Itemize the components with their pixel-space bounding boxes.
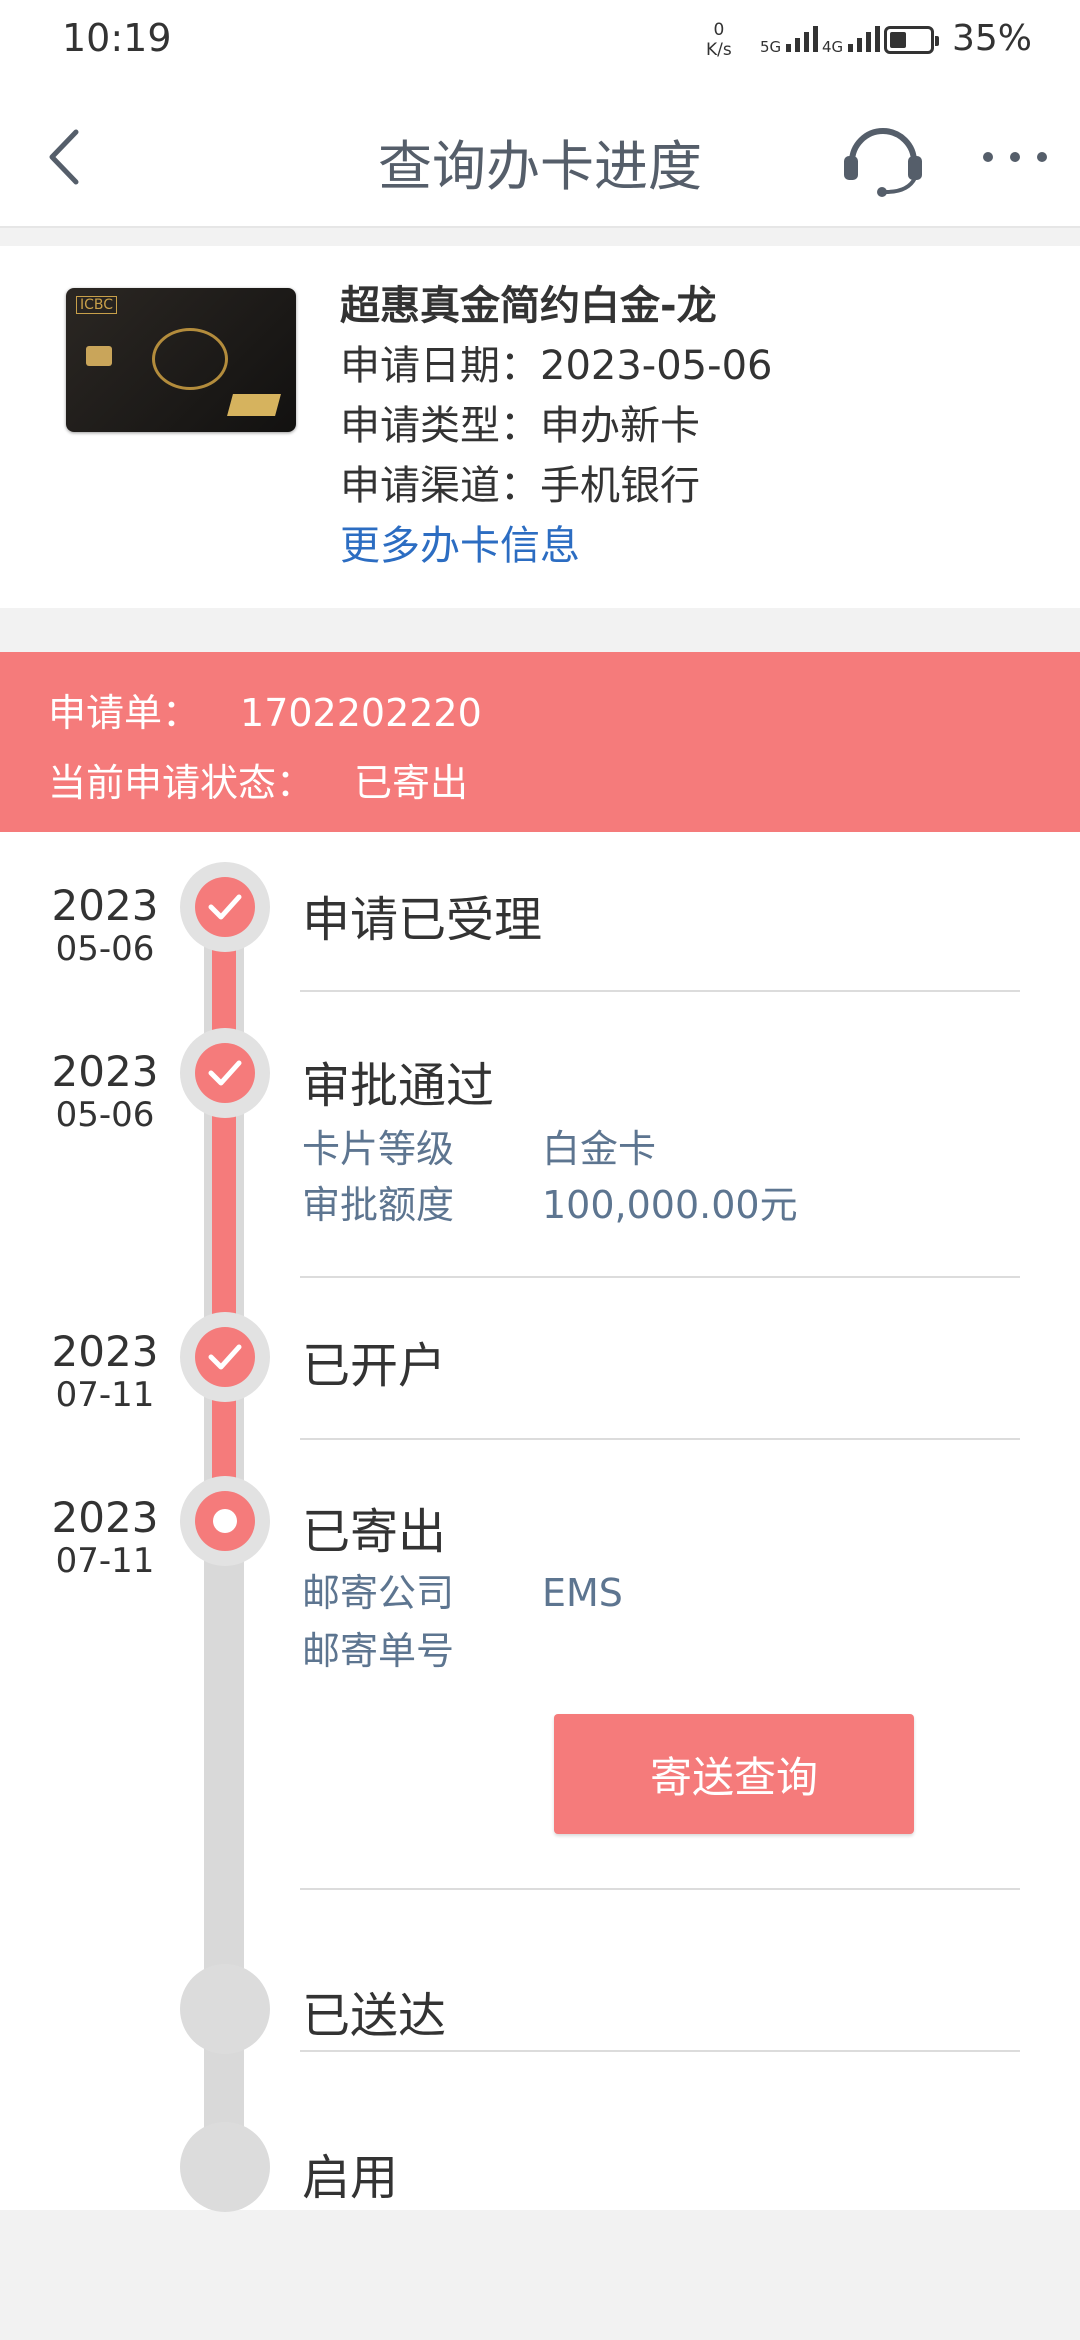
approved-limit-row: 审批额度 100,000.00元: [302, 1183, 798, 1227]
card-brand-logo: ICBC: [76, 296, 118, 314]
step-title: 已送达: [302, 1988, 447, 2044]
courier-company-row: 邮寄公司 EMS: [302, 1571, 623, 1615]
step-title: 已开户: [302, 1338, 447, 1394]
tracking-number-row: 邮寄单号: [302, 1629, 455, 1673]
headset-icon[interactable]: [838, 118, 928, 198]
battery-percent: 35%: [952, 18, 1033, 59]
step-title: 申请已受理: [302, 892, 543, 948]
step-date: 2023 07-11: [51, 1493, 159, 1581]
step-current-icon: [180, 1476, 270, 1566]
more-card-info-link[interactable]: 更多办卡信息: [340, 516, 772, 576]
divider: [300, 1276, 1020, 1278]
card-image: ICBC: [66, 288, 296, 432]
step-done-icon: [180, 1312, 270, 1402]
step-title: 启用: [302, 2150, 399, 2206]
application-number-row: 申请单： 1702202220: [48, 691, 482, 735]
step-title: 已寄出: [302, 1504, 447, 1560]
card-network-logo: [227, 394, 281, 416]
nav-bar: 查询办卡进度: [0, 82, 1080, 228]
card-info-section: ICBC 超惠真金简约白金-龙 申请日期：2023-05-06 申请类型：申办新…: [0, 246, 1080, 608]
card-level-row: 卡片等级 白金卡: [302, 1127, 657, 1171]
step-done-icon: [180, 862, 270, 952]
apply-date-row: 申请日期：2023-05-06: [340, 343, 773, 389]
card-chip: [86, 346, 112, 366]
divider: [300, 1888, 1020, 1890]
track-shipment-button[interactable]: 寄送查询: [554, 1714, 914, 1834]
progress-timeline: 2023 05-06 申请已受理 2023 05-06 审批通过 卡片等级 白金卡…: [0, 832, 1080, 2212]
apply-channel-row: 申请渠道：手机银行: [340, 463, 700, 509]
battery-icon: [884, 26, 939, 54]
signal-5g-icon: 5G: [760, 20, 818, 56]
divider: [300, 2050, 1020, 2052]
step-date: 2023 07-11: [51, 1327, 159, 1415]
step-date: 2023 05-06: [51, 1047, 159, 1135]
status-bar: 10:19 0 K/s 5G 4G 35%: [0, 0, 1080, 82]
step-pending-icon: [180, 1964, 270, 2054]
card-name: 超惠真金简约白金-龙: [340, 283, 717, 329]
application-status-row: 当前申请状态： 已寄出: [48, 761, 469, 805]
signal-4g-icon: 4G: [822, 20, 880, 56]
divider: [300, 990, 1020, 992]
step-done-icon: [180, 1028, 270, 1118]
status-time: 10:19: [62, 16, 172, 60]
more-dots-icon[interactable]: [980, 142, 1050, 172]
step-title: 审批通过: [302, 1058, 495, 1114]
step-pending-icon: [180, 2122, 270, 2212]
net-speed: 0 K/s: [706, 20, 732, 60]
divider: [300, 1438, 1020, 1440]
application-status-banner: 申请单： 1702202220 当前申请状态： 已寄出: [0, 652, 1080, 832]
dragon-emblem-icon: [152, 328, 228, 390]
apply-type-row: 申请类型：申办新卡: [340, 403, 700, 449]
timeline-progress: [212, 902, 236, 1492]
step-date: 2023 05-06: [51, 881, 159, 969]
